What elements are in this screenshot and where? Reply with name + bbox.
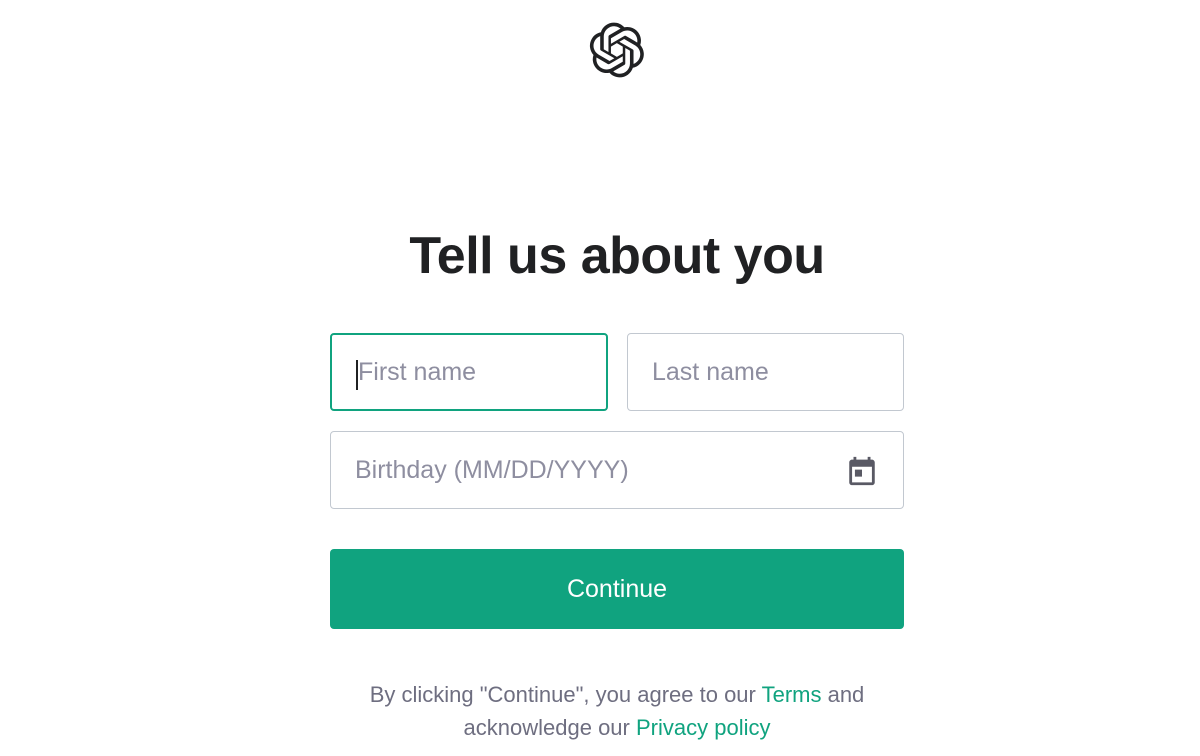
page-title: Tell us about you xyxy=(409,227,825,285)
legal-text-line2: acknowledge our xyxy=(463,715,636,740)
first-name-field[interactable] xyxy=(330,333,608,411)
birthday-field[interactable] xyxy=(330,431,904,509)
continue-button[interactable]: Continue xyxy=(330,549,904,629)
signup-about-you-page: Tell us about you Continue By clicking "… xyxy=(0,0,1200,756)
last-name-field[interactable] xyxy=(627,333,904,411)
legal-text-and: and xyxy=(821,682,865,707)
text-caret xyxy=(356,360,358,390)
calendar-icon[interactable] xyxy=(845,454,879,488)
legal-notice: By clicking "Continue", you agree to our… xyxy=(0,678,1200,744)
last-name-input[interactable] xyxy=(628,334,903,410)
birthday-input[interactable] xyxy=(331,432,903,508)
terms-link[interactable]: Terms xyxy=(762,682,822,707)
legal-text-line1: By clicking "Continue", you agree to our xyxy=(369,682,762,707)
openai-logo-icon xyxy=(589,22,645,78)
privacy-policy-link[interactable]: Privacy policy xyxy=(636,715,770,740)
first-name-input[interactable] xyxy=(332,335,606,409)
